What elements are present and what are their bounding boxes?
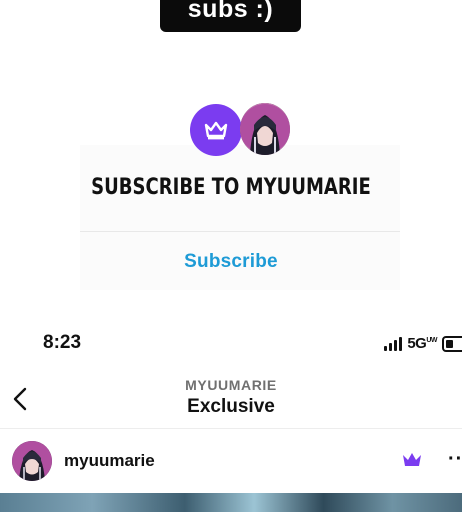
network-label: 5GUW xyxy=(407,335,437,352)
page-title: Exclusive xyxy=(187,396,275,417)
post-username[interactable]: myuumarie xyxy=(64,451,155,471)
caption-text: subs :) xyxy=(187,0,274,23)
status-time: 8:23 xyxy=(43,332,82,353)
crown-badge xyxy=(190,104,242,156)
status-icons: 5GUW xyxy=(384,335,462,352)
more-dots-icon[interactable]: ·· xyxy=(448,448,462,471)
exclusive-badge xyxy=(402,452,422,473)
header-account: MYUUMARIE xyxy=(185,377,277,393)
header-divider xyxy=(0,428,462,429)
promo-title: SUBSCRIBE TO MYUUMARIE xyxy=(91,175,371,200)
battery-icon xyxy=(442,335,462,352)
crown-icon xyxy=(204,121,228,140)
post-image[interactable] xyxy=(0,493,462,512)
creator-avatar xyxy=(240,103,290,155)
crown-icon xyxy=(403,453,421,466)
caption-sticker: subs :) xyxy=(160,0,301,32)
subscribe-button[interactable]: Subscribe xyxy=(0,251,462,273)
card-divider xyxy=(80,231,400,232)
signal-icon xyxy=(384,336,403,351)
post-avatar[interactable] xyxy=(12,441,52,481)
